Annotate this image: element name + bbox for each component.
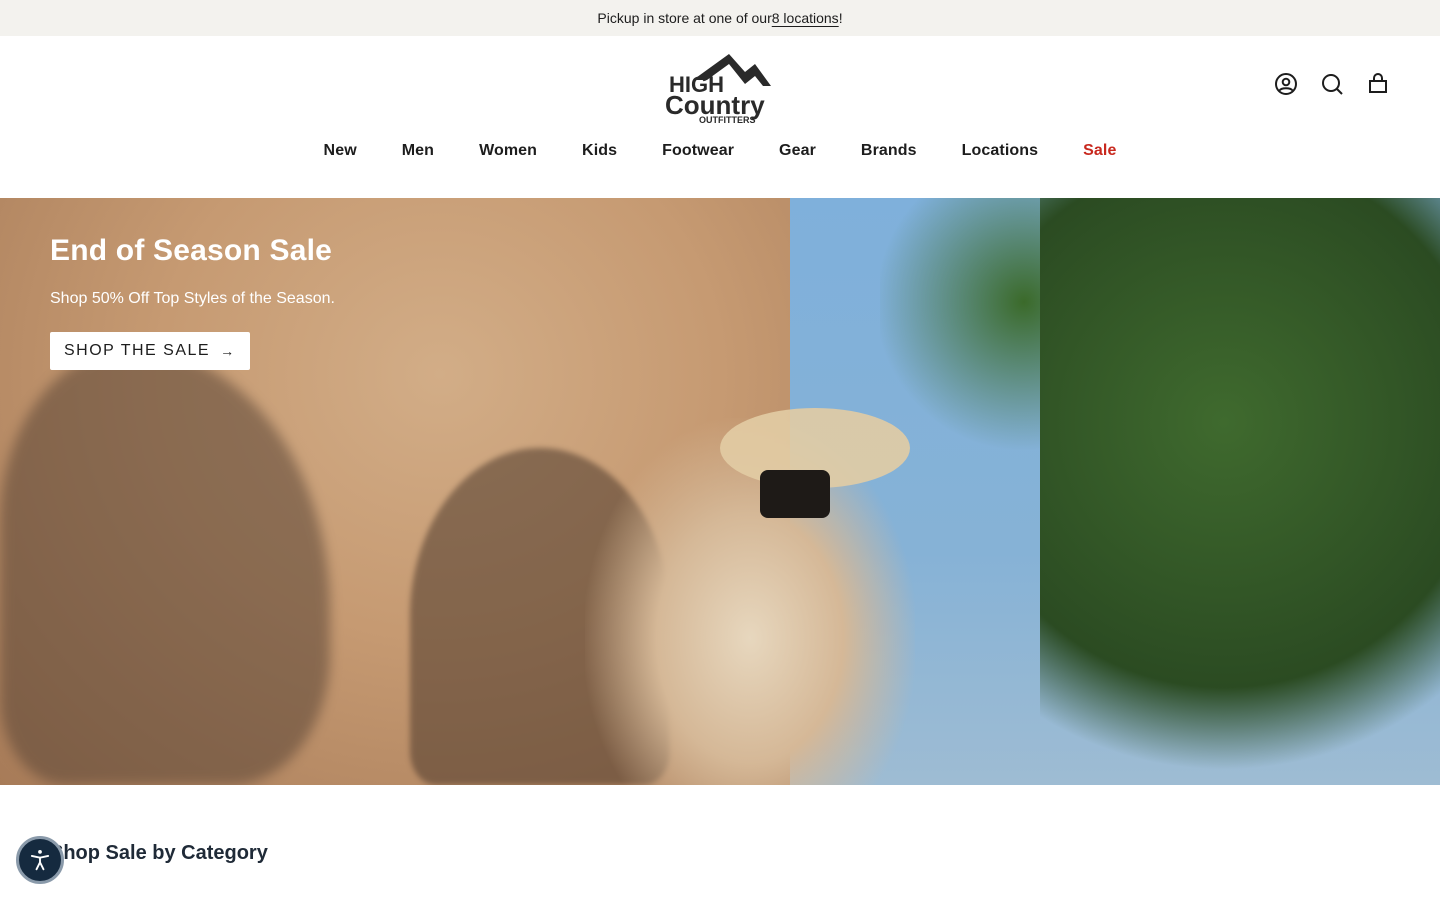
nav-men[interactable]: Men [379, 142, 456, 160]
section-title: Shop Sale by Category [50, 842, 268, 864]
arrow-right-icon: → [220, 343, 236, 359]
nav-gear[interactable]: Gear [757, 142, 839, 160]
nav-new[interactable]: New [301, 142, 379, 160]
site-header: HIGH Country OUTFITTERS New Men Women Ki… [0, 36, 1440, 198]
announcement-end: ! [838, 10, 843, 26]
locations-link[interactable]: 8 locations [772, 10, 839, 26]
nav-women[interactable]: Women [457, 142, 560, 160]
accessibility-button[interactable] [16, 836, 64, 884]
nav-footwear[interactable]: Footwear [640, 142, 757, 160]
hero-content: End of Season Sale Shop 50% Off Top Styl… [50, 234, 335, 370]
cart-icon[interactable] [1366, 72, 1390, 96]
nav-sale[interactable]: Sale [1061, 142, 1139, 160]
shop-the-sale-label: SHOP THE SALE [64, 342, 211, 359]
hero-banner[interactable]: End of Season Sale Shop 50% Off Top Styl… [0, 198, 1440, 785]
site-logo[interactable]: HIGH Country OUTFITTERS [663, 50, 777, 125]
nav-kids[interactable]: Kids [560, 142, 640, 160]
hero-image-tree [1040, 198, 1440, 785]
logo-outfitters: OUTFITTERS [699, 115, 756, 124]
shop-the-sale-button[interactable]: SHOP THE SALE → [50, 332, 250, 370]
announcement-text: Pickup in store at one of our [597, 10, 772, 26]
header-actions [1274, 72, 1390, 96]
hero-image-camera [760, 470, 830, 518]
search-icon[interactable] [1320, 72, 1344, 96]
hero-subtitle: Shop 50% Off Top Styles of the Season. [50, 290, 335, 307]
account-icon[interactable] [1274, 72, 1298, 96]
hero-title: End of Season Sale [50, 234, 333, 267]
nav-brands[interactable]: Brands [838, 142, 939, 160]
main-nav: New Men Women Kids Footwear Gear Brands … [0, 142, 1440, 160]
nav-locations[interactable]: Locations [939, 142, 1060, 160]
announcement-bar: Pickup in store at one of our 8 location… [0, 0, 1440, 36]
accessibility-icon [30, 849, 50, 871]
